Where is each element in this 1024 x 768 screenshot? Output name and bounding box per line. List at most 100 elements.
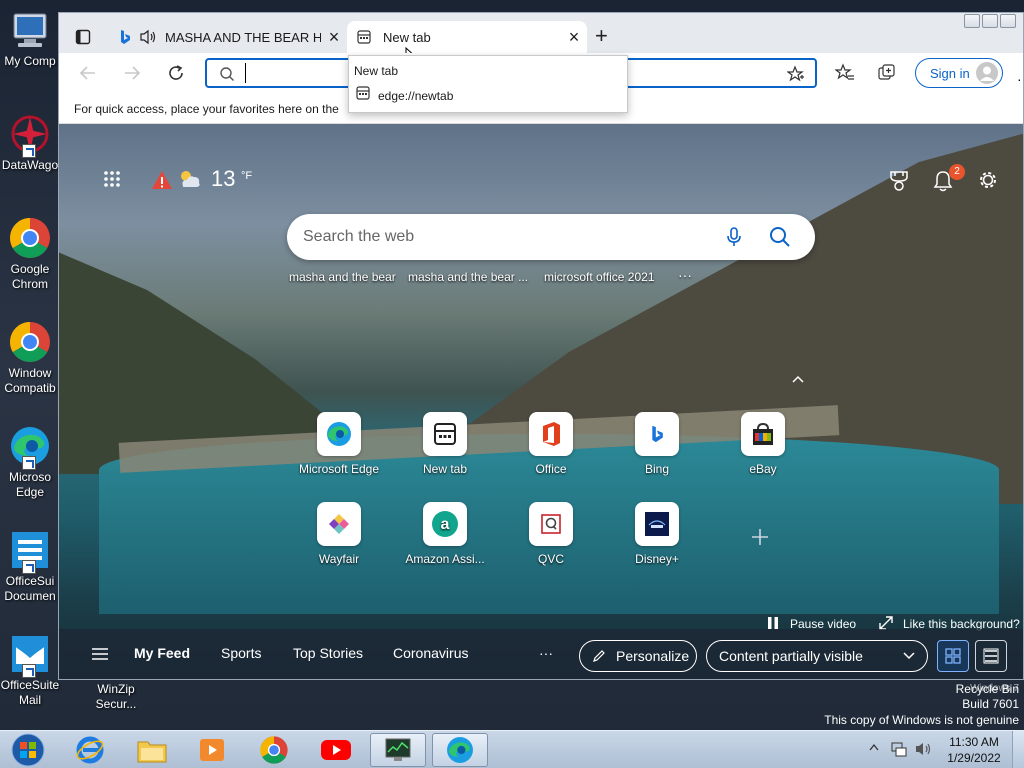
content-visibility-dropdown[interactable]: Content partially visible [706, 640, 928, 672]
desktop-icon-windows-compatibility[interactable]: Window Compatib [0, 320, 60, 396]
tab-close-icon[interactable]: × [321, 27, 347, 48]
desktop-icon-my-computer[interactable]: My Comp [0, 8, 60, 69]
new-tab-button[interactable]: + [595, 25, 608, 47]
minimize-button[interactable] [964, 14, 980, 28]
quick-link-amazon-assistant[interactable]: a Amazon Assi... [397, 502, 493, 566]
recent-search-1[interactable]: masha and the bear [289, 270, 396, 284]
speaker-icon[interactable] [139, 29, 165, 45]
weather-alert-icon[interactable] [151, 170, 173, 190]
quick-link-label: Amazon Assi... [405, 552, 485, 566]
taskbar-media-player[interactable] [184, 733, 240, 767]
taskbar-file-explorer[interactable] [124, 733, 180, 767]
quick-link-qvc[interactable]: QVC [503, 502, 599, 566]
list-layout-button[interactable] [975, 640, 1007, 672]
pencil-icon [592, 649, 606, 663]
taskbar-youtube[interactable] [308, 733, 364, 767]
feed-tab-coronavirus[interactable]: Coronavirus [393, 645, 468, 661]
microphone-icon[interactable] [725, 226, 743, 248]
apps-grid-icon[interactable] [103, 170, 121, 188]
favorites-hint: For quick access, place your favorites h… [74, 102, 339, 116]
quick-link-bing[interactable]: Bing [609, 412, 705, 476]
desktop-icon-microsoft-edge[interactable]: Microso Edge [0, 424, 60, 500]
show-hidden-icons-icon[interactable] [869, 743, 879, 751]
network-icon[interactable] [890, 740, 908, 758]
hamburger-menu-icon[interactable] [92, 648, 108, 660]
hover-card-url[interactable]: edge://newtab [378, 89, 453, 103]
quick-link-wayfair[interactable]: Wayfair [291, 502, 387, 566]
clock-time: 11:30 AM [949, 735, 999, 749]
desktop-icon-label: OfficeSuite Mail [0, 678, 60, 707]
shortcut-arrow-icon [22, 456, 36, 470]
quick-link-new-tab[interactable]: New tab [397, 412, 493, 476]
desktop-icon-datawago[interactable]: DataWago [0, 112, 60, 173]
feed-tab-top-stories[interactable]: Top Stories [293, 645, 363, 661]
chrome-icon [8, 320, 52, 364]
search-icon [219, 66, 235, 82]
maximize-button[interactable] [982, 14, 998, 28]
taskbar-chrome[interactable] [246, 733, 302, 767]
desktop-icon-officesuite-mail[interactable]: OfficeSuite Mail [0, 632, 60, 708]
chrome-icon [8, 216, 52, 260]
not-genuine-notice: This copy of Windows is not genuine [824, 713, 1019, 727]
quick-link-label: QVC [537, 552, 564, 566]
expand-icon[interactable] [879, 616, 893, 630]
feed-tab-my-feed[interactable]: My Feed [134, 645, 190, 661]
feed-navigation-bar: My Feed Sports Top Stories Coronavirus ·… [59, 629, 1023, 679]
desktop-icon-google-chrome[interactable]: Google Chrom [0, 216, 60, 292]
newtab-icon [423, 412, 467, 456]
collections-icon[interactable] [877, 63, 897, 83]
taskbar-task-manager[interactable] [370, 733, 426, 767]
tab-strip: MASHA AND THE BEAR HA × New tab × + [59, 13, 1023, 67]
pause-icon[interactable] [767, 617, 779, 629]
search-icon[interactable] [769, 226, 791, 248]
taskbar-internet-explorer[interactable] [62, 733, 118, 767]
desktop-icon-officesuite-documents[interactable]: OfficeSui Documen [0, 528, 60, 604]
volume-icon[interactable] [914, 740, 932, 758]
add-favorite-icon[interactable] [787, 65, 805, 83]
shortcut-arrow-icon [22, 664, 36, 678]
quick-link-ebay[interactable]: eBay [715, 412, 811, 476]
rewards-icon[interactable] [889, 170, 909, 192]
grid-layout-button[interactable] [937, 640, 969, 672]
svg-text:a: a [441, 516, 450, 533]
refresh-icon[interactable] [167, 64, 185, 82]
collapse-chevron-icon[interactable] [791, 374, 805, 384]
start-button[interactable] [0, 733, 56, 767]
quick-link-label: eBay [749, 462, 777, 476]
tab-close-icon[interactable]: × [561, 27, 587, 48]
weather-temperature[interactable]: 13 [211, 166, 235, 192]
edge-icon [8, 424, 52, 470]
back-arrow-icon[interactable] [79, 65, 97, 81]
quick-link-label: Office [535, 462, 567, 476]
taskbar-edge[interactable] [432, 733, 488, 767]
tab-new-tab[interactable]: New tab × [347, 21, 587, 53]
recent-search-2[interactable]: masha and the bear ... [408, 270, 528, 284]
tab-actions-icon[interactable] [75, 29, 91, 45]
feed-more-icon[interactable]: ··· [539, 645, 553, 661]
disney-icon [635, 502, 679, 546]
settings-gear-icon[interactable] [977, 169, 999, 191]
desktop-icon-label: OfficeSui Documen [4, 574, 56, 603]
qvc-icon [529, 502, 573, 546]
quick-link-label: Microsoft Edge [298, 462, 380, 476]
amazon-icon: a [423, 502, 467, 546]
add-shortcut-icon[interactable] [751, 528, 769, 546]
forward-arrow-icon[interactable] [123, 65, 141, 81]
show-desktop-button[interactable] [1012, 731, 1024, 768]
feed-tab-sports[interactable]: Sports [221, 645, 261, 661]
recent-searches-more-icon[interactable]: ··· [678, 267, 692, 283]
quick-link-label: Disney+ [635, 552, 679, 566]
web-search-box[interactable]: Search the web [287, 214, 815, 260]
close-window-button[interactable] [1000, 14, 1016, 28]
personalize-button[interactable]: Personalize [579, 640, 697, 672]
quick-link-disney-plus[interactable]: Disney+ [609, 502, 705, 566]
recent-search-3[interactable]: microsoft office 2021 [544, 270, 655, 284]
more-options-icon[interactable]: · [1017, 71, 1022, 87]
desktop-icon-winzip[interactable]: WinZip Secur... [86, 682, 146, 712]
tab-masha-and-the-bear[interactable]: MASHA AND THE BEAR HA × [111, 21, 347, 53]
clock[interactable]: 11:30 AM 1/29/2022 [944, 734, 1004, 766]
quick-link-microsoft-edge[interactable]: Microsoft Edge [291, 412, 387, 476]
quick-link-office[interactable]: Office [503, 412, 599, 476]
sign-in-button[interactable]: Sign in [915, 58, 1003, 88]
favorites-icon[interactable] [835, 63, 855, 83]
